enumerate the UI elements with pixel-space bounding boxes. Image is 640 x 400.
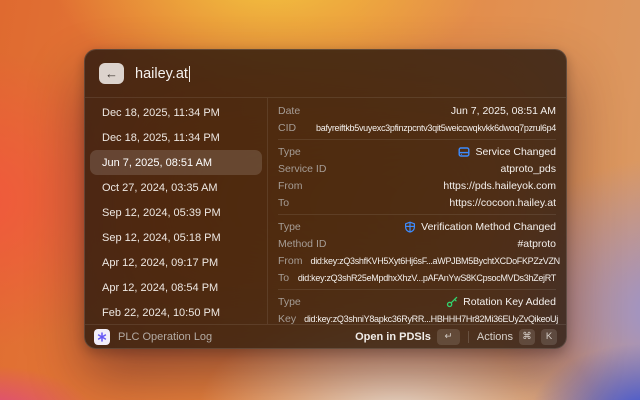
list-item-label: Jun 7, 2025, 08:51 AM [102,157,212,169]
metadata-row: Type Service Changed [278,143,556,160]
metadata-section: Type Verification Method Changed Method ID… [278,217,556,287]
footer-bar: PLC Operation Log Open in PDSls ↵ Action… [85,324,566,348]
list-item-operation[interactable]: Apr 12, 2024, 08:54 PM [90,275,262,300]
metadata-value-text: did:key:zQ3shniY8apkc36RyRR...HBHHH7Hr82… [304,314,558,324]
content-area: Dec 18, 2025, 11:34 PM Dec 18, 2025, 11:3… [85,98,566,324]
back-arrow-icon: ← [105,67,118,80]
metadata-label: Key [278,313,296,325]
metadata-value: https://cocoon.hailey.at [297,197,556,209]
actions-button[interactable]: Actions ⌘ K [477,329,557,345]
metadata-value: bafyreiftkb5vuyexc3pfinzpcntv3qit5weiccw… [304,123,556,133]
operation-list: Dec 18, 2025, 11:34 PM Dec 18, 2025, 11:3… [85,98,268,324]
metadata-value-text: https://pds.haileyok.com [443,180,556,192]
search-query: hailey.at [135,66,188,82]
metadata-label: Type [278,296,301,308]
actions-label: Actions [477,331,513,343]
metadata-value-text: Service Changed [475,146,556,158]
metadata-value: Service Changed [309,146,556,158]
metadata-value: atproto_pds [334,163,556,175]
list-item-operation[interactable]: Oct 27, 2024, 03:35 AM [90,175,262,200]
metadata-value: #atproto [334,238,556,250]
metadata-value-text: Rotation Key Added [463,296,556,308]
metadata-value-text: https://cocoon.hailey.at [449,197,556,209]
section-divider [278,139,556,140]
metadata-value-text: #atproto [517,238,556,250]
metadata-label: To [278,197,289,209]
search-input[interactable]: hailey.at [135,66,190,82]
metadata-row: Type Rotation Key Added [278,293,556,310]
back-button[interactable]: ← [99,63,124,84]
key-icon [446,296,458,308]
metadata-value-text: atproto_pds [501,163,556,175]
section-divider [278,289,556,290]
list-item-label: Apr 12, 2024, 09:17 PM [102,257,218,269]
metadata-value: Jun 7, 2025, 08:51 AM [308,105,556,117]
list-item-label: Apr 12, 2024, 08:54 PM [102,282,218,294]
metadata-label: CID [278,122,296,134]
list-item-operation[interactable]: Sep 12, 2024, 05:39 PM [90,200,262,225]
list-item-operation[interactable]: Dec 18, 2025, 11:34 PM [90,100,262,125]
list-item-label: Oct 27, 2024, 03:35 AM [102,182,218,194]
list-item-label: Feb 22, 2024, 10:50 PM [102,307,220,319]
list-item-label: Sep 12, 2024, 05:39 PM [102,207,221,219]
metadata-value-text: did:key:zQ3shR25eMpdhxXhzV...pAFAnYwS8KC… [298,273,556,283]
metadata-row: Service ID atproto_pds [278,160,556,177]
footer-divider [468,331,469,343]
metadata-label: To [278,272,289,284]
harddrive-icon [458,146,470,158]
desktop-background: ← hailey.at Dec 18, 2025, 11:34 PMDec 18… [0,0,640,400]
list-item-operation[interactable]: Sep 12, 2024, 05:18 PM [90,225,262,250]
metadata-value: did:key:zQ3shR25eMpdhxXhzV...pAFAnYwS8KC… [297,273,556,283]
metadata-value: did:key:zQ3shfKVH5Xyt6Hj6sF...aWPJBM5Byc… [311,256,560,266]
metadata-label: From [278,180,303,192]
operation-detail: Date Jun 7, 2025, 08:51 AM CID bafyreiftkb5… [268,98,566,324]
list-item-operation[interactable]: Apr 12, 2024, 09:17 PM [90,250,262,275]
plc-app-icon [94,329,110,345]
metadata-row: Type Verification Method Changed [278,218,556,235]
list-item-label: Sep 12, 2024, 05:18 PM [102,232,221,244]
list-item-label: Dec 18, 2025, 11:34 PM [102,132,220,144]
metadata-row: Method ID #atproto [278,235,556,252]
metadata-value-text: Jun 7, 2025, 08:51 AM [451,105,556,117]
metadata-value-text: bafyreiftkb5vuyexc3pfinzpcntv3qit5weiccw… [316,123,556,133]
metadata-row: To did:key:zQ3shR25eMpdhxXhzV...pAFAnYwS8… [278,269,556,286]
shield-icon [404,221,416,233]
text-cursor [189,66,191,82]
list-item-operation[interactable]: Dec 18, 2025, 11:34 PM [90,125,262,150]
metadata-label: Service ID [278,163,326,175]
metadata-label: Type [278,221,301,233]
launcher-window: ← hailey.at Dec 18, 2025, 11:34 PMDec 18… [84,49,567,349]
return-key-icon: ↵ [437,329,460,345]
metadata-value-text: Verification Method Changed [421,221,556,233]
list-item-operation[interactable]: Jun 7, 2025, 08:51 AM [90,150,262,175]
metadata-row: From https://pds.haileyok.com [278,177,556,194]
metadata-value: Verification Method Changed [309,221,556,233]
metadata-row: CID bafyreiftkb5vuyexc3pfinzpcntv3qit5wei… [278,119,556,136]
metadata-section: Type Service Changed Service ID atproto_pds… [278,142,556,212]
metadata-label: Method ID [278,238,326,250]
search-bar: ← hailey.at [85,50,566,98]
metadata-value: Rotation Key Added [309,296,556,308]
metadata-label: Type [278,146,301,158]
metadata-section: Date Jun 7, 2025, 08:51 AM CID bafyreiftkb5… [278,101,556,137]
metadata-value: did:key:zQ3shniY8apkc36RyRR...HBHHH7Hr82… [304,314,558,324]
metadata-label: From [278,255,303,267]
metadata-value-text: did:key:zQ3shfKVH5Xyt6Hj6sF...aWPJBM5Byc… [311,256,560,266]
open-in-pdsls-button[interactable]: Open in PDSls ↵ [355,329,460,345]
metadata-value: https://pds.haileyok.com [311,180,557,192]
section-divider [278,214,556,215]
metadata-row: To https://cocoon.hailey.at [278,194,556,211]
k-key: K [541,329,557,345]
metadata-section: Type Rotation Key Added Key did:key:zQ3shni… [278,292,556,328]
metadata-row: Date Jun 7, 2025, 08:51 AM [278,102,556,119]
command-key-icon: ⌘ [519,329,535,345]
open-in-pdsls-label: Open in PDSls [355,331,431,343]
list-item-operation[interactable]: Feb 22, 2024, 10:50 PM [90,300,262,325]
footer-app-name: PLC Operation Log [118,331,212,343]
metadata-label: Date [278,105,300,117]
list-item-label: Dec 18, 2025, 11:34 PM [102,107,220,119]
metadata-row: Fromdid:key:zQ3shfKVH5Xyt6Hj6sF...aWPJBM… [278,252,556,269]
